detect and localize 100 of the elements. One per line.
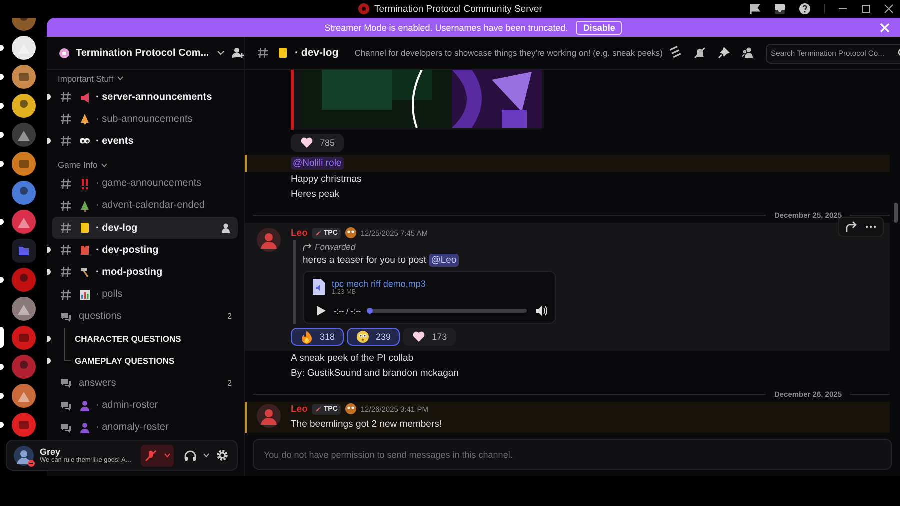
playback-time: -:-- / -:--: [334, 306, 362, 316]
message-text: heres a teaser for you to post @Leo: [303, 253, 460, 268]
channel-item[interactable]: · dev-posting: [52, 239, 238, 262]
server-icon[interactable]: [12, 122, 36, 146]
chevron-down-icon[interactable]: [100, 162, 108, 169]
server-icon[interactable]: [12, 94, 36, 118]
category-header[interactable]: Important Stuff: [58, 74, 114, 84]
reaction-button[interactable]: 785: [291, 134, 344, 152]
channel-item-selected[interactable]: · dev-log: [52, 216, 238, 240]
window-title: Termination Protocol Community Server: [374, 4, 542, 14]
vest-icon: [79, 244, 91, 256]
message-text: A sneak peek of the PI collab: [291, 352, 415, 366]
channel-item[interactable]: · sub-announcements: [52, 108, 238, 130]
unread-count: 2: [228, 378, 232, 388]
channel-item[interactable]: · mod-posting: [52, 261, 238, 284]
hash-icon: [60, 135, 72, 148]
unread-indicator: [47, 94, 51, 100]
threads-icon[interactable]: [669, 46, 684, 60]
forward-icon[interactable]: [845, 221, 857, 233]
channel-item[interactable]: · events: [52, 130, 238, 153]
thread-item[interactable]: GAMEPLAY QUESTIONS: [75, 356, 175, 366]
chevron-down-icon[interactable]: [116, 75, 124, 82]
members-icon[interactable]: [741, 46, 756, 60]
channel-item[interactable]: · admin-roster: [52, 394, 238, 417]
microphone-button[interactable]: [141, 444, 161, 466]
folder-icon[interactable]: [12, 238, 36, 262]
server-icon[interactable]: [12, 152, 36, 176]
forum-icon: [60, 400, 72, 412]
category-header[interactable]: Game Info: [58, 160, 98, 170]
scrollbar-thumb[interactable]: [894, 203, 898, 223]
mic-options-button[interactable]: [161, 444, 174, 466]
channel-item[interactable]: · polls: [52, 284, 238, 306]
message-text: Happy christmas: [291, 173, 363, 187]
reaction-button[interactable]: 239: [347, 328, 400, 346]
forward-arrow-icon: [303, 242, 312, 250]
notepad-icon: [79, 222, 91, 234]
disable-button[interactable]: Disable: [576, 20, 622, 34]
message-text: The beemlings got 2 new members!: [291, 418, 444, 432]
unread-indicator: [47, 358, 51, 364]
server-name[interactable]: Termination Protocol Com...: [76, 48, 210, 58]
server-icon[interactable]: [12, 64, 36, 88]
unread-indicator: [47, 138, 51, 144]
settings-icon[interactable]: [216, 449, 229, 462]
heart-icon: [300, 136, 314, 150]
close-icon[interactable]: [884, 4, 894, 14]
avatar: [257, 228, 281, 252]
channel-item[interactable]: · advent-calendar-ended: [52, 194, 238, 217]
username: Grey: [40, 447, 62, 457]
bell-muted-icon[interactable]: [693, 46, 708, 60]
channel-item[interactable]: · server-announcements: [52, 86, 238, 108]
chart-icon: [79, 288, 91, 301]
reaction-button[interactable]: 173: [403, 328, 456, 346]
chevron-down-icon[interactable]: [203, 452, 210, 459]
server-icon[interactable]: [12, 210, 36, 234]
audio-file-icon: [312, 278, 326, 296]
chevron-down-icon[interactable]: [217, 49, 226, 57]
forum-icon: [60, 310, 72, 323]
maximize-icon[interactable]: [861, 4, 871, 14]
mic-muted-icon: [145, 450, 157, 462]
play-icon[interactable]: [316, 305, 326, 317]
chevron-down-icon: [164, 452, 171, 459]
flushed-face-icon: [356, 330, 370, 344]
forwarded-label: Forwarded: [315, 242, 356, 252]
reaction-button[interactable]: 318: [291, 328, 344, 346]
hammer-icon: [79, 266, 91, 278]
fire-icon: [300, 330, 314, 344]
inbox-icon[interactable]: [774, 3, 786, 15]
channel-item[interactable]: questions 2: [52, 306, 238, 328]
channel-item[interactable]: · game-announcements: [52, 172, 238, 195]
logo-icon: [358, 3, 370, 15]
volume-icon[interactable]: [535, 305, 547, 317]
help-icon[interactable]: [799, 3, 811, 15]
invite-icon[interactable]: [231, 47, 246, 59]
thread-item[interactable]: CHARACTER QUESTIONS: [75, 334, 182, 344]
pin-icon[interactable]: [717, 46, 732, 60]
author-name[interactable]: Leo: [291, 228, 308, 238]
server-icon[interactable]: [12, 296, 36, 320]
channel-topic: Channel for developers to showcase things they're working on! (e.g. sneak peeks): [354, 48, 664, 58]
hash-icon: [60, 244, 72, 256]
mention-link[interactable]: @Nolili role: [291, 157, 344, 170]
notepad-icon: [277, 47, 289, 59]
flag-icon[interactable]: [749, 3, 761, 15]
headphones-icon[interactable]: [184, 450, 197, 462]
banner-message: Streamer Mode is enabled. Usernames have been truncated.: [324, 22, 568, 32]
progress-track[interactable]: [369, 309, 527, 313]
unread-indicator: [47, 269, 51, 276]
hash-icon: [60, 288, 72, 301]
server-icon[interactable]: [12, 384, 36, 408]
unread-count: 2: [228, 312, 232, 322]
author-name[interactable]: Leo: [291, 404, 308, 414]
file-link[interactable]: tpc mech riff demo.mp3: [332, 278, 426, 288]
mention-link[interactable]: @Leo: [429, 254, 459, 267]
megaphone-icon: [79, 91, 91, 104]
unread-indicator: [47, 247, 51, 254]
invite-icon[interactable]: [221, 223, 232, 234]
message-text: Heres peak: [291, 188, 341, 202]
hash-icon: [60, 200, 72, 212]
channel-item[interactable]: · anomaly-roster: [52, 416, 238, 439]
channel-item[interactable]: answers 2: [52, 372, 238, 394]
server-icon[interactable]: [12, 36, 36, 60]
